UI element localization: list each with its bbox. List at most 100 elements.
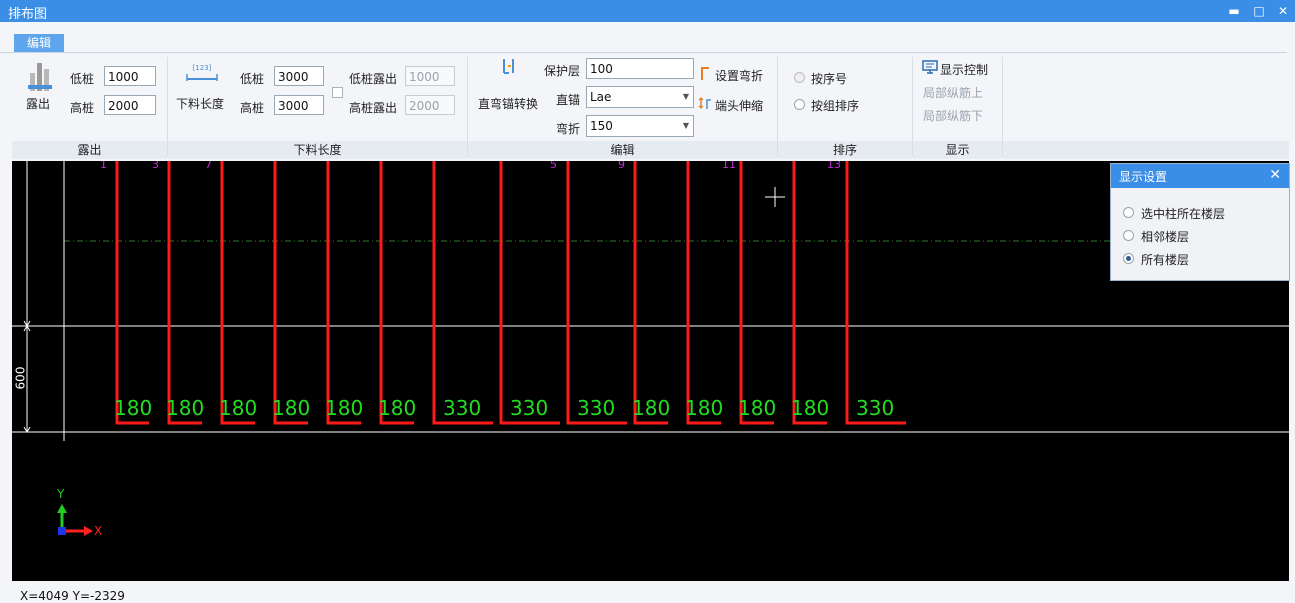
anchor-convert-icon (503, 59, 514, 74)
option-adjacent-floor-label: 相邻楼层 (1141, 230, 1190, 244)
low-expose-label: 低桩露出 (349, 72, 398, 86)
high-expose-label: 高桩露出 (349, 101, 398, 115)
rebar (432, 161, 493, 425)
rebar (845, 161, 906, 425)
cover-input[interactable]: 100 (586, 58, 694, 79)
bar-index-label: 11 (722, 161, 736, 171)
expose-button-label: 露出 (26, 97, 51, 111)
rebar (792, 161, 827, 425)
bar-index-label: 9 (618, 161, 625, 171)
bar-length-label: 330 (856, 396, 895, 420)
option-selected-floor-radio[interactable] (1123, 207, 1134, 218)
ribbon: 露出 低桩 1000 高桩 2000 露出 [123] 下料长度 低桩 3000… (12, 53, 1289, 160)
local-down-button[interactable]: 局部纵筋下 (923, 107, 983, 124)
maximize-button[interactable]: □ (1251, 3, 1267, 19)
group-label-edit: 编辑 (468, 141, 777, 159)
bend-select[interactable]: 150 ▼ (586, 115, 694, 137)
rebar (220, 161, 255, 425)
close-button[interactable]: ✕ (1275, 3, 1291, 19)
bar-length-label: 330 (577, 396, 616, 420)
straight-anchor-value: Lae (590, 90, 612, 104)
display-control-label: 显示控制 (940, 63, 989, 77)
expose-low-label: 低桩 (70, 72, 95, 86)
chevron-down-icon: ▼ (682, 121, 689, 130)
bar-index-label: 7 (205, 161, 212, 171)
rebar (379, 161, 414, 425)
group-label-expose: 露出 (12, 141, 167, 159)
option-all-floors-label: 所有楼层 (1141, 253, 1190, 267)
bar-length-label: 180 (632, 396, 671, 420)
local-up-button[interactable]: 局部纵筋上 (923, 84, 983, 101)
rebar (326, 161, 361, 425)
bar-length-label: 180 (166, 396, 205, 420)
bar-length-label: 330 (510, 396, 549, 420)
option-all-floors-radio[interactable] (1123, 253, 1134, 264)
group-label-sort: 排序 (778, 141, 912, 159)
dimension-text: 600 (13, 366, 28, 390)
sort-by-group-label: 按组排序 (811, 99, 860, 113)
convert-anchor-button[interactable]: 直弯锚转换 (476, 57, 542, 113)
sort-by-seq-label: 按序号 (811, 72, 848, 86)
cut-high-label: 高桩 (240, 101, 265, 115)
rebar (686, 161, 721, 425)
low-expose-input[interactable]: 1000 (405, 66, 455, 86)
crosshair-cursor (765, 187, 785, 207)
expose-link-checkbox[interactable] (332, 87, 343, 98)
x-axis-head (84, 526, 93, 536)
sort-by-seq-radio[interactable] (794, 72, 805, 83)
monitor-icon (922, 60, 938, 74)
expose-high-input[interactable]: 2000 (104, 95, 156, 115)
tab-edit[interactable]: 编辑 (14, 34, 64, 52)
cover-label: 保护层 (544, 64, 581, 78)
set-bend-button[interactable]: 设置弯折 (700, 65, 780, 83)
bar-length-label: 180 (272, 396, 311, 420)
group-label-empty (1003, 141, 1289, 159)
cut-low-input[interactable]: 3000 (274, 66, 324, 86)
expose-low-input[interactable]: 1000 (104, 66, 156, 86)
y-axis-head (57, 504, 67, 513)
rebar (167, 161, 202, 425)
display-control-button[interactable]: 显示控制 (922, 59, 992, 77)
bar-length-label: 180 (219, 396, 258, 420)
display-settings-panel: 显示设置 ✕ 选中柱所在楼层 相邻楼层 所有楼层 (1110, 163, 1290, 281)
rebar (115, 161, 149, 425)
minimize-button[interactable]: ▬ (1226, 3, 1242, 19)
title-bar: 排布图 ▬ □ ✕ (0, 0, 1295, 22)
bar-length-label: 180 (738, 396, 777, 420)
cut-length-button[interactable]: [123] 下料长度 (176, 61, 228, 113)
bar-length-label: 180 (114, 396, 153, 420)
convert-anchor-label: 直弯锚转换 (478, 97, 539, 111)
x-axis-label: X (94, 524, 103, 538)
high-expose-input[interactable]: 2000 (405, 95, 455, 115)
expose-high-label: 高桩 (70, 101, 95, 115)
bar-length-label: 330 (443, 396, 482, 420)
drawing-canvas[interactable]: 1 3 7 5 9 11 13 180 180 180 180 180 180 … (12, 161, 1289, 581)
chevron-down-icon: ▼ (682, 92, 689, 101)
cut-high-input[interactable]: 3000 (274, 95, 324, 115)
y-axis-label: Y (57, 487, 65, 501)
stretch-icon (698, 97, 711, 109)
straight-anchor-select[interactable]: Lae ▼ (586, 86, 694, 108)
group-label-cut-length: 下料长度 (168, 141, 467, 159)
panel-header: 显示设置 ✕ (1111, 164, 1289, 188)
expose-button[interactable]: 露出 (24, 59, 56, 113)
option-selected-floor-label: 选中柱所在楼层 (1141, 207, 1226, 221)
bar-length-label: 180 (791, 396, 830, 420)
rebar (739, 161, 774, 425)
option-adjacent-floor-radio[interactable] (1123, 230, 1134, 241)
window-title: 排布图 (8, 7, 48, 22)
end-stretch-button[interactable]: 端头伸缩 (698, 95, 778, 113)
cut-length-button-label: 下料长度 (176, 97, 225, 111)
bar-index-label: 3 (152, 161, 159, 171)
bar-index-label: 1 (100, 161, 107, 171)
rebar (633, 161, 668, 425)
end-stretch-label: 端头伸缩 (715, 99, 764, 113)
tab-row: 编辑 (0, 22, 1295, 52)
straight-anchor-label: 直锚 (556, 93, 581, 107)
set-bend-label: 设置弯折 (715, 69, 764, 83)
bend-icon (701, 67, 709, 80)
expose-icon (28, 63, 52, 91)
panel-close-icon[interactable]: ✕ (1269, 167, 1281, 183)
bend-label: 弯折 (556, 122, 581, 136)
sort-by-group-radio[interactable] (794, 99, 805, 110)
